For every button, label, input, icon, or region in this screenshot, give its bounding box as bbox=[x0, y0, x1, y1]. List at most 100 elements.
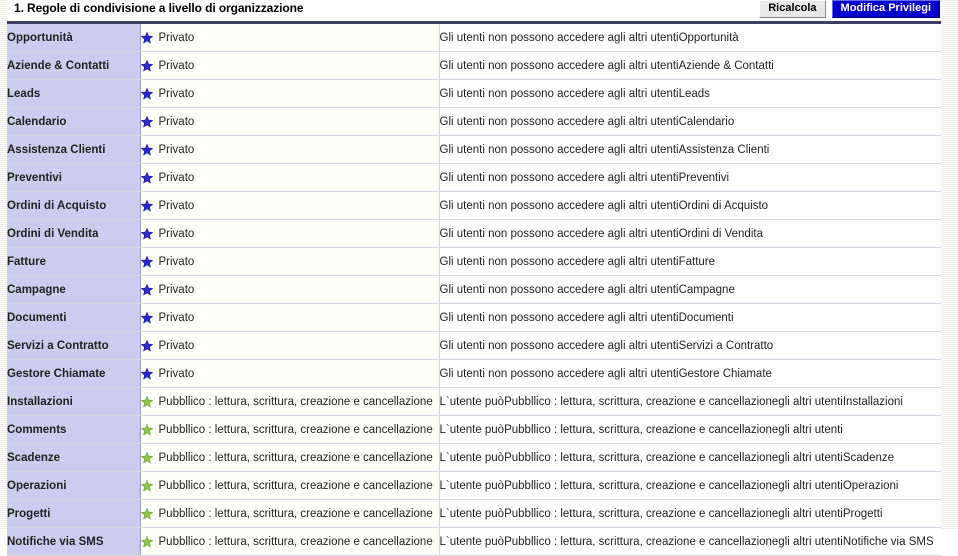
access-rule-cell: Privato bbox=[140, 275, 440, 304]
module-name-cell: Calendario bbox=[7, 107, 141, 136]
table-row: Assistenza Clienti Privato Gli utenti non … bbox=[7, 135, 941, 164]
access-rule-cell: Pubbllico : lettura, scrittura, creazion… bbox=[140, 471, 440, 500]
access-rule-cell: Privato bbox=[140, 303, 440, 332]
star-icon-blue bbox=[140, 199, 153, 212]
access-rule-inner: Privato bbox=[140, 31, 439, 44]
access-rule-cell: Privato bbox=[140, 135, 440, 164]
access-rule-label: Privato bbox=[158, 143, 195, 156]
access-rule-inner: Pubbllico : lettura, scrittura, creazion… bbox=[140, 507, 439, 520]
access-rule-label: Privato bbox=[158, 339, 195, 352]
table-row: Documenti Privato Gli utenti non possono a… bbox=[7, 303, 941, 332]
access-rule-inner: Privato bbox=[140, 143, 439, 156]
rule-description-cell: Gli utenti non possono accedere agli alt… bbox=[439, 79, 941, 108]
access-rule-cell: Privato bbox=[140, 331, 440, 360]
access-rule-cell: Privato bbox=[140, 24, 440, 52]
recalculate-button[interactable]: Ricalcola bbox=[759, 0, 826, 18]
star-icon-blue bbox=[140, 255, 153, 268]
rule-description-cell: L`utente puòPubbllico : lettura, scrittu… bbox=[439, 527, 941, 556]
rule-description-cell: Gli utenti non possono accedere agli alt… bbox=[439, 331, 941, 360]
rule-description-cell: Gli utenti non possono accedere agli alt… bbox=[439, 51, 941, 80]
module-name-cell: Campagne bbox=[7, 275, 141, 304]
access-rule-cell: Pubbllico : lettura, scrittura, creazion… bbox=[140, 415, 440, 444]
star-icon-blue bbox=[140, 227, 153, 240]
rule-description-cell: L`utente puòPubbllico : lettura, scrittu… bbox=[439, 415, 941, 444]
rule-description-cell: Gli utenti non possono accedere agli alt… bbox=[439, 247, 941, 276]
access-rule-cell: Pubbllico : lettura, scrittura, creazion… bbox=[140, 443, 440, 472]
module-name-cell: Comments bbox=[7, 415, 141, 444]
sharing-rules-page: 1. Regole di condivisione a livello di o… bbox=[0, 0, 958, 556]
star-icon-blue bbox=[140, 31, 153, 44]
table-row: Installazioni Pubbllico : lettura, scritt… bbox=[7, 387, 941, 416]
module-name-cell: Ordini di Vendita bbox=[7, 219, 141, 248]
rule-description-cell: Gli utenti non possono accedere agli alt… bbox=[439, 191, 941, 220]
access-rule-inner: Privato bbox=[140, 367, 439, 380]
star-icon-blue bbox=[140, 367, 153, 380]
access-rule-label: Privato bbox=[158, 311, 195, 324]
access-rule-label: Privato bbox=[158, 115, 195, 128]
star-icon-green bbox=[140, 423, 153, 436]
access-rule-label: Privato bbox=[158, 227, 195, 240]
access-rule-label: Privato bbox=[158, 171, 195, 184]
star-icon-blue bbox=[140, 339, 153, 352]
edit-privileges-button[interactable]: Modifica Privilegi bbox=[831, 0, 940, 18]
table-row: Aziende & Contatti Privato Gli utenti non … bbox=[7, 51, 941, 80]
access-rule-label: Pubbllico : lettura, scrittura, creazion… bbox=[158, 423, 433, 436]
table-row: Progetti Pubbllico : lettura, scrittura, … bbox=[7, 499, 941, 528]
sharing-rules-table-container: Opportunità Privato Gli utenti non possono… bbox=[7, 21, 941, 556]
rule-description-cell: Gli utenti non possono accedere agli alt… bbox=[439, 359, 941, 388]
access-rule-cell: Privato bbox=[140, 247, 440, 276]
access-rule-cell: Privato bbox=[140, 191, 440, 220]
access-rule-label: Pubbllico : lettura, scrittura, creazion… bbox=[158, 479, 433, 492]
rule-description-cell: Gli utenti non possono accedere agli alt… bbox=[439, 163, 941, 192]
table-row: Preventivi Privato Gli utenti non possono … bbox=[7, 163, 941, 192]
rule-description-cell: Gli utenti non possono accedere agli alt… bbox=[439, 135, 941, 164]
access-rule-cell: Pubbllico : lettura, scrittura, creazion… bbox=[140, 499, 440, 528]
access-rule-inner: Privato bbox=[140, 199, 439, 212]
access-rule-label: Pubbllico : lettura, scrittura, creazion… bbox=[158, 507, 433, 520]
access-rule-cell: Privato bbox=[140, 359, 440, 388]
access-rule-cell: Pubbllico : lettura, scrittura, creazion… bbox=[140, 527, 440, 556]
rule-description-cell: L`utente puòPubbllico : lettura, scrittu… bbox=[439, 499, 941, 528]
access-rule-label: Privato bbox=[158, 59, 195, 72]
rule-description-cell: Gli utenti non possono accedere agli alt… bbox=[439, 303, 941, 332]
star-icon-blue bbox=[140, 87, 153, 100]
module-name-cell: Operazioni bbox=[7, 471, 141, 500]
access-rule-inner: Privato bbox=[140, 87, 439, 100]
table-row: Leads Privato Gli utenti non possono acced… bbox=[7, 79, 941, 108]
module-name-cell: Preventivi bbox=[7, 163, 141, 192]
table-row: Operazioni Pubbllico : lettura, scrittura… bbox=[7, 471, 941, 500]
table-row: Ordini di Vendita Privato Gli utenti non p… bbox=[7, 219, 941, 248]
star-icon-blue bbox=[140, 115, 153, 128]
access-rule-label: Privato bbox=[158, 283, 195, 296]
access-rule-label: Privato bbox=[158, 199, 195, 212]
access-rule-cell: Privato bbox=[140, 163, 440, 192]
star-icon-green bbox=[140, 479, 153, 492]
module-name-cell: Notifiche via SMS bbox=[7, 527, 141, 556]
access-rule-inner: Pubbllico : lettura, scrittura, creazion… bbox=[140, 535, 439, 548]
module-name-cell: Scadenze bbox=[7, 443, 141, 472]
module-name-cell: Servizi a Contratto bbox=[7, 331, 141, 360]
module-name-cell: Gestore Chiamate bbox=[7, 359, 141, 388]
access-rule-inner: Privato bbox=[140, 115, 439, 128]
table-row: Gestore Chiamate Privato Gli utenti non po… bbox=[7, 359, 941, 388]
star-icon-green bbox=[140, 395, 153, 408]
access-rule-cell: Privato bbox=[140, 107, 440, 136]
table-row: Scadenze Pubbllico : lettura, scrittura, … bbox=[7, 443, 941, 472]
rule-description-cell: Gli utenti non possono accedere agli alt… bbox=[439, 219, 941, 248]
page-title: 1. Regole di condivisione a livello di o… bbox=[14, 1, 304, 15]
table-row: Notifiche via SMS Pubbllico : lettura, sc… bbox=[7, 527, 941, 556]
access-rule-inner: Pubbllico : lettura, scrittura, creazion… bbox=[140, 451, 439, 464]
access-rule-label: Pubbllico : lettura, scrittura, creazion… bbox=[158, 395, 433, 408]
access-rule-cell: Privato bbox=[140, 51, 440, 80]
access-rule-inner: Privato bbox=[140, 311, 439, 324]
access-rule-label: Privato bbox=[158, 87, 195, 100]
star-icon-blue bbox=[140, 171, 153, 184]
access-rule-inner: Privato bbox=[140, 339, 439, 352]
star-icon-blue bbox=[140, 311, 153, 324]
access-rule-inner: Pubbllico : lettura, scrittura, creazion… bbox=[140, 479, 439, 492]
table-row: Fatture Privato Gli utenti non possono acc… bbox=[7, 247, 941, 276]
module-name-cell: Progetti bbox=[7, 499, 141, 528]
module-name-cell: Ordini di Acquisto bbox=[7, 191, 141, 220]
module-name-cell: Aziende & Contatti bbox=[7, 51, 141, 80]
access-rule-inner: Privato bbox=[140, 171, 439, 184]
